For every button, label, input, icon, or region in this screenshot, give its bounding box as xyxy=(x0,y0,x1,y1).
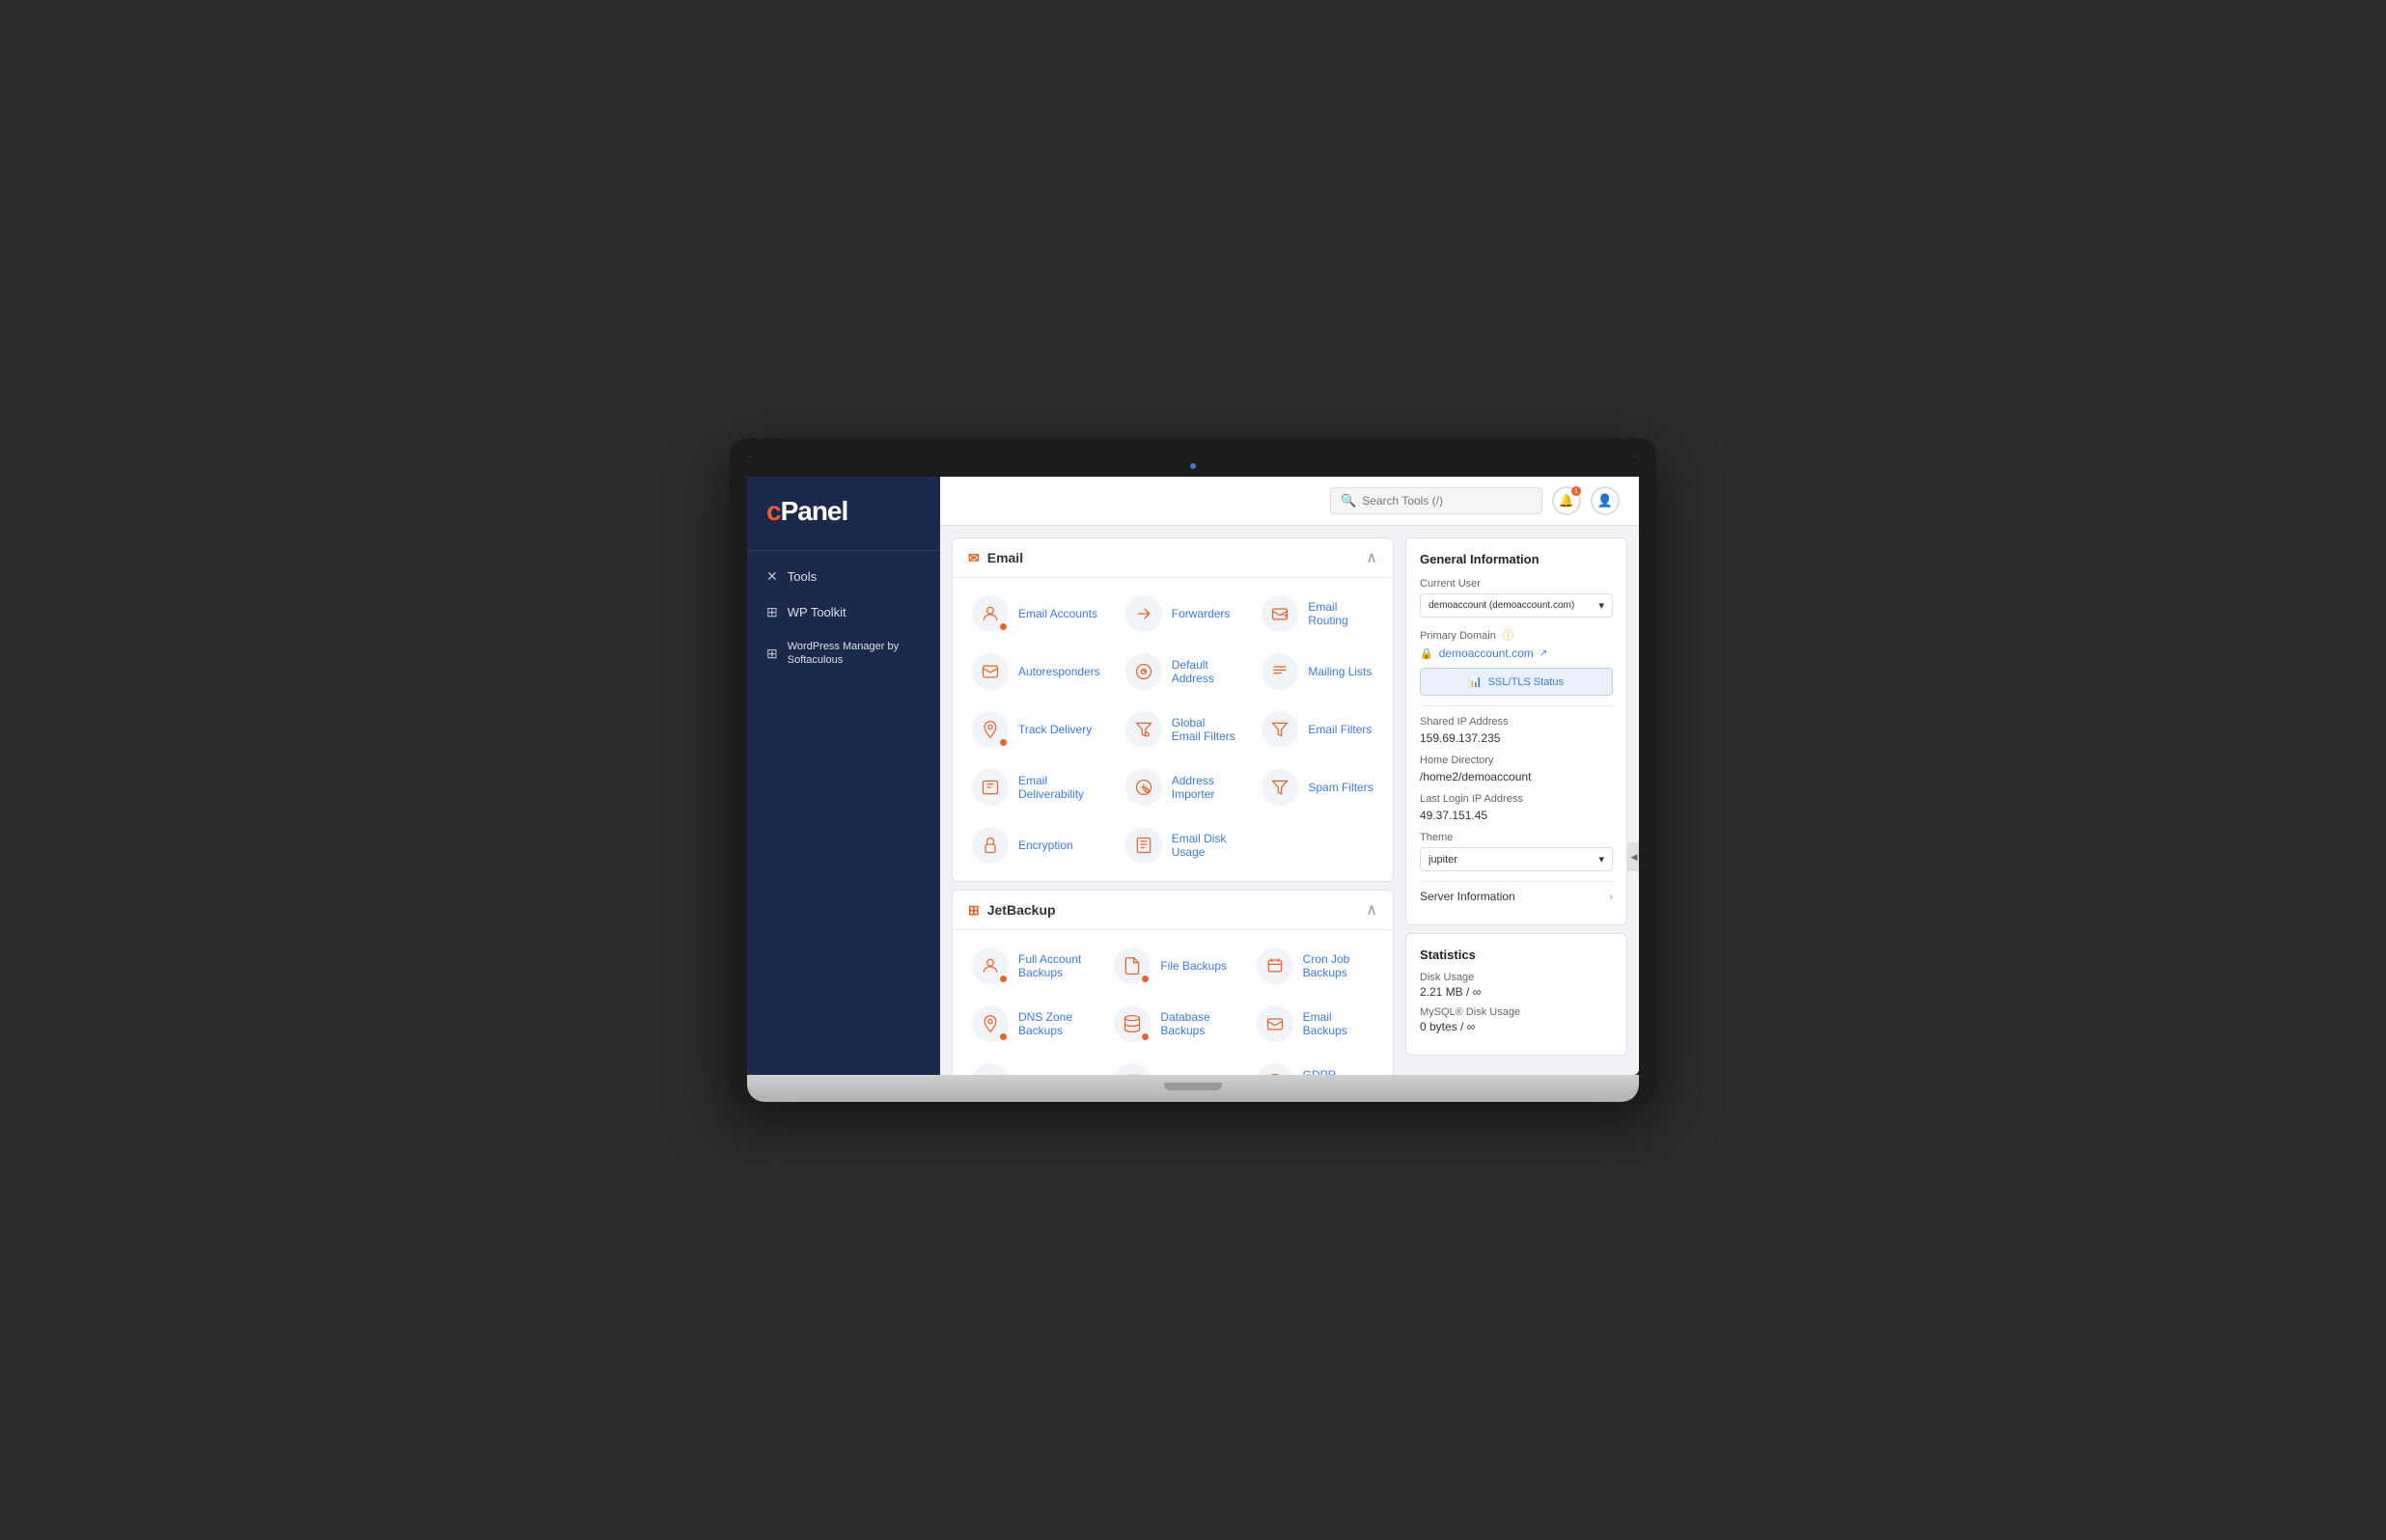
email-backups-item[interactable]: Email Backups xyxy=(1245,996,1385,1052)
notification-badge: 1 xyxy=(1571,486,1581,496)
email-section-grid: Email Accounts Forwarders xyxy=(953,578,1393,881)
user-select[interactable]: demoaccount (demoaccount.com) ▾ xyxy=(1420,593,1613,618)
chevron-down-icon-theme: ▾ xyxy=(1598,853,1604,866)
info-icon: ⓘ xyxy=(1503,630,1513,642)
email-section: ✉ Email ∧ xyxy=(952,537,1394,882)
wp-manager-icon: ⊞ xyxy=(766,646,778,662)
full-account-backups-item[interactable]: Full Account Backups xyxy=(960,938,1100,994)
email-deliverability-item[interactable]: Email Deliverability xyxy=(960,759,1112,815)
track-delivery-item[interactable]: Track Delivery xyxy=(960,701,1112,757)
dns-zone-backups-item[interactable]: DNS Zone Backups xyxy=(960,996,1100,1052)
address-importer-item[interactable]: Address Importer xyxy=(1114,759,1249,815)
email-section-title: Email xyxy=(987,550,1023,565)
sidebar-item-wp-manager[interactable]: ⊞ WordPress Manager by Softaculous xyxy=(747,630,940,677)
ssl-tls-button[interactable]: 📊 SSL/TLS Status xyxy=(1420,668,1613,696)
primary-domain-row: Primary Domain ⓘ 🔒 demoaccount.com ↗ xyxy=(1420,627,1613,696)
home-dir-row: Home Directory /home2/demoaccount xyxy=(1420,755,1613,784)
encryption-item[interactable]: Encryption xyxy=(960,817,1112,873)
database-backups-item[interactable]: Database Backups xyxy=(1102,996,1242,1052)
chart-icon: 📊 xyxy=(1469,675,1483,688)
email-section-header: ✉ Email ∧ xyxy=(953,538,1393,578)
chevron-right-icon: › xyxy=(1609,890,1613,903)
jetbackup-icon: ⊞ xyxy=(968,902,980,919)
sidebar: cPanel ✕ Tools ⊞ WP Toolkit ⊞ WordPress … xyxy=(747,477,940,1075)
search-box[interactable]: 🔍 xyxy=(1330,487,1542,514)
server-info-row[interactable]: Server Information › xyxy=(1420,881,1613,911)
theme-row: Theme jupiter ▾ xyxy=(1420,832,1613,871)
statistics-card: Statistics Disk Usage 2.21 MB / ∞ MySQL®… xyxy=(1405,933,1627,1056)
cron-job-backups-item[interactable]: Cron Job Backups xyxy=(1245,938,1385,994)
bell-icon: 🔔 xyxy=(1559,493,1574,509)
gdpr-compliance-item[interactable]: GDPR Compliance xyxy=(1245,1054,1385,1075)
sidebar-item-tools[interactable]: ✕ Tools xyxy=(747,559,940,594)
snapshots-item[interactable]: Snapshots xyxy=(1102,1054,1242,1075)
lock-domain-icon: 🔒 xyxy=(1420,647,1433,660)
email-section-toggle[interactable]: ∧ xyxy=(1366,548,1377,567)
jetbackup-section: ⊞ JetBackup ∧ xyxy=(952,890,1394,1075)
email-accounts-item[interactable]: Email Accounts xyxy=(960,586,1112,642)
user-button[interactable]: 👤 xyxy=(1591,486,1620,515)
external-link-icon: ↗ xyxy=(1540,648,1547,659)
user-icon: 👤 xyxy=(1597,493,1613,509)
domain-link[interactable]: demoaccount.com xyxy=(1439,646,1534,660)
global-email-filters-item[interactable]: Global Email Filters xyxy=(1114,701,1249,757)
chevron-down-icon: ▾ xyxy=(1598,599,1604,612)
search-icon: 🔍 xyxy=(1341,493,1356,509)
jetbackup-section-toggle[interactable]: ∧ xyxy=(1366,900,1377,920)
mailing-lists-item[interactable]: Mailing Lists xyxy=(1250,644,1385,700)
disk-usage-row: Disk Usage 2.21 MB / ∞ xyxy=(1420,972,1613,999)
autoresponders-item[interactable]: Autoresponders xyxy=(960,644,1112,700)
file-backups-item[interactable]: File Backups xyxy=(1102,938,1242,994)
email-filters-item[interactable]: Email Filters xyxy=(1250,701,1385,757)
notifications-button[interactable]: 🔔 1 xyxy=(1552,486,1581,515)
jetbackup-section-grid: Full Account Backups xyxy=(953,930,1393,1075)
current-user-row: Current User demoaccount (demoaccount.co… xyxy=(1420,578,1613,618)
queue-item[interactable]: Queue xyxy=(960,1054,1100,1075)
spam-filters-item[interactable]: Spam Filters xyxy=(1250,759,1385,815)
header: 🔍 🔔 1 👤 xyxy=(940,477,1639,526)
default-address-item[interactable]: Default Address xyxy=(1114,644,1249,700)
jetbackup-section-header: ⊞ JetBackup ∧ xyxy=(953,891,1393,930)
shared-ip-row: Shared IP Address 159.69.137.235 xyxy=(1420,716,1613,745)
general-info-title: General Information xyxy=(1420,552,1613,566)
theme-select[interactable]: jupiter ▾ xyxy=(1420,847,1613,871)
sidebar-logo: cPanel xyxy=(747,477,940,551)
forwarders-item[interactable]: Forwarders xyxy=(1114,586,1249,642)
email-disk-usage-item[interactable]: Email Disk Usage xyxy=(1114,817,1249,873)
tools-icon: ✕ xyxy=(766,568,778,585)
jetbackup-section-title: JetBackup xyxy=(987,902,1056,918)
email-section-icon: ✉ xyxy=(968,550,980,566)
email-routing-item[interactable]: Email Routing xyxy=(1250,586,1385,642)
general-info-card: General Information Current User demoacc… xyxy=(1405,537,1627,925)
wp-toolkit-icon: ⊞ xyxy=(766,604,778,620)
last-login-row: Last Login IP Address 49.37.151.45 xyxy=(1420,793,1613,822)
sidebar-item-wp-toolkit[interactable]: ⊞ WP Toolkit xyxy=(747,594,940,630)
right-panel: General Information Current User demoacc… xyxy=(1405,537,1627,1056)
right-panel-collapse[interactable]: ◀ xyxy=(1627,842,1639,871)
search-input[interactable] xyxy=(1362,494,1532,508)
main-content: 🔍 🔔 1 👤 xyxy=(940,477,1639,1075)
statistics-title: Statistics xyxy=(1420,948,1613,962)
mysql-usage-row: MySQL® Disk Usage 0 bytes / ∞ xyxy=(1420,1006,1613,1033)
